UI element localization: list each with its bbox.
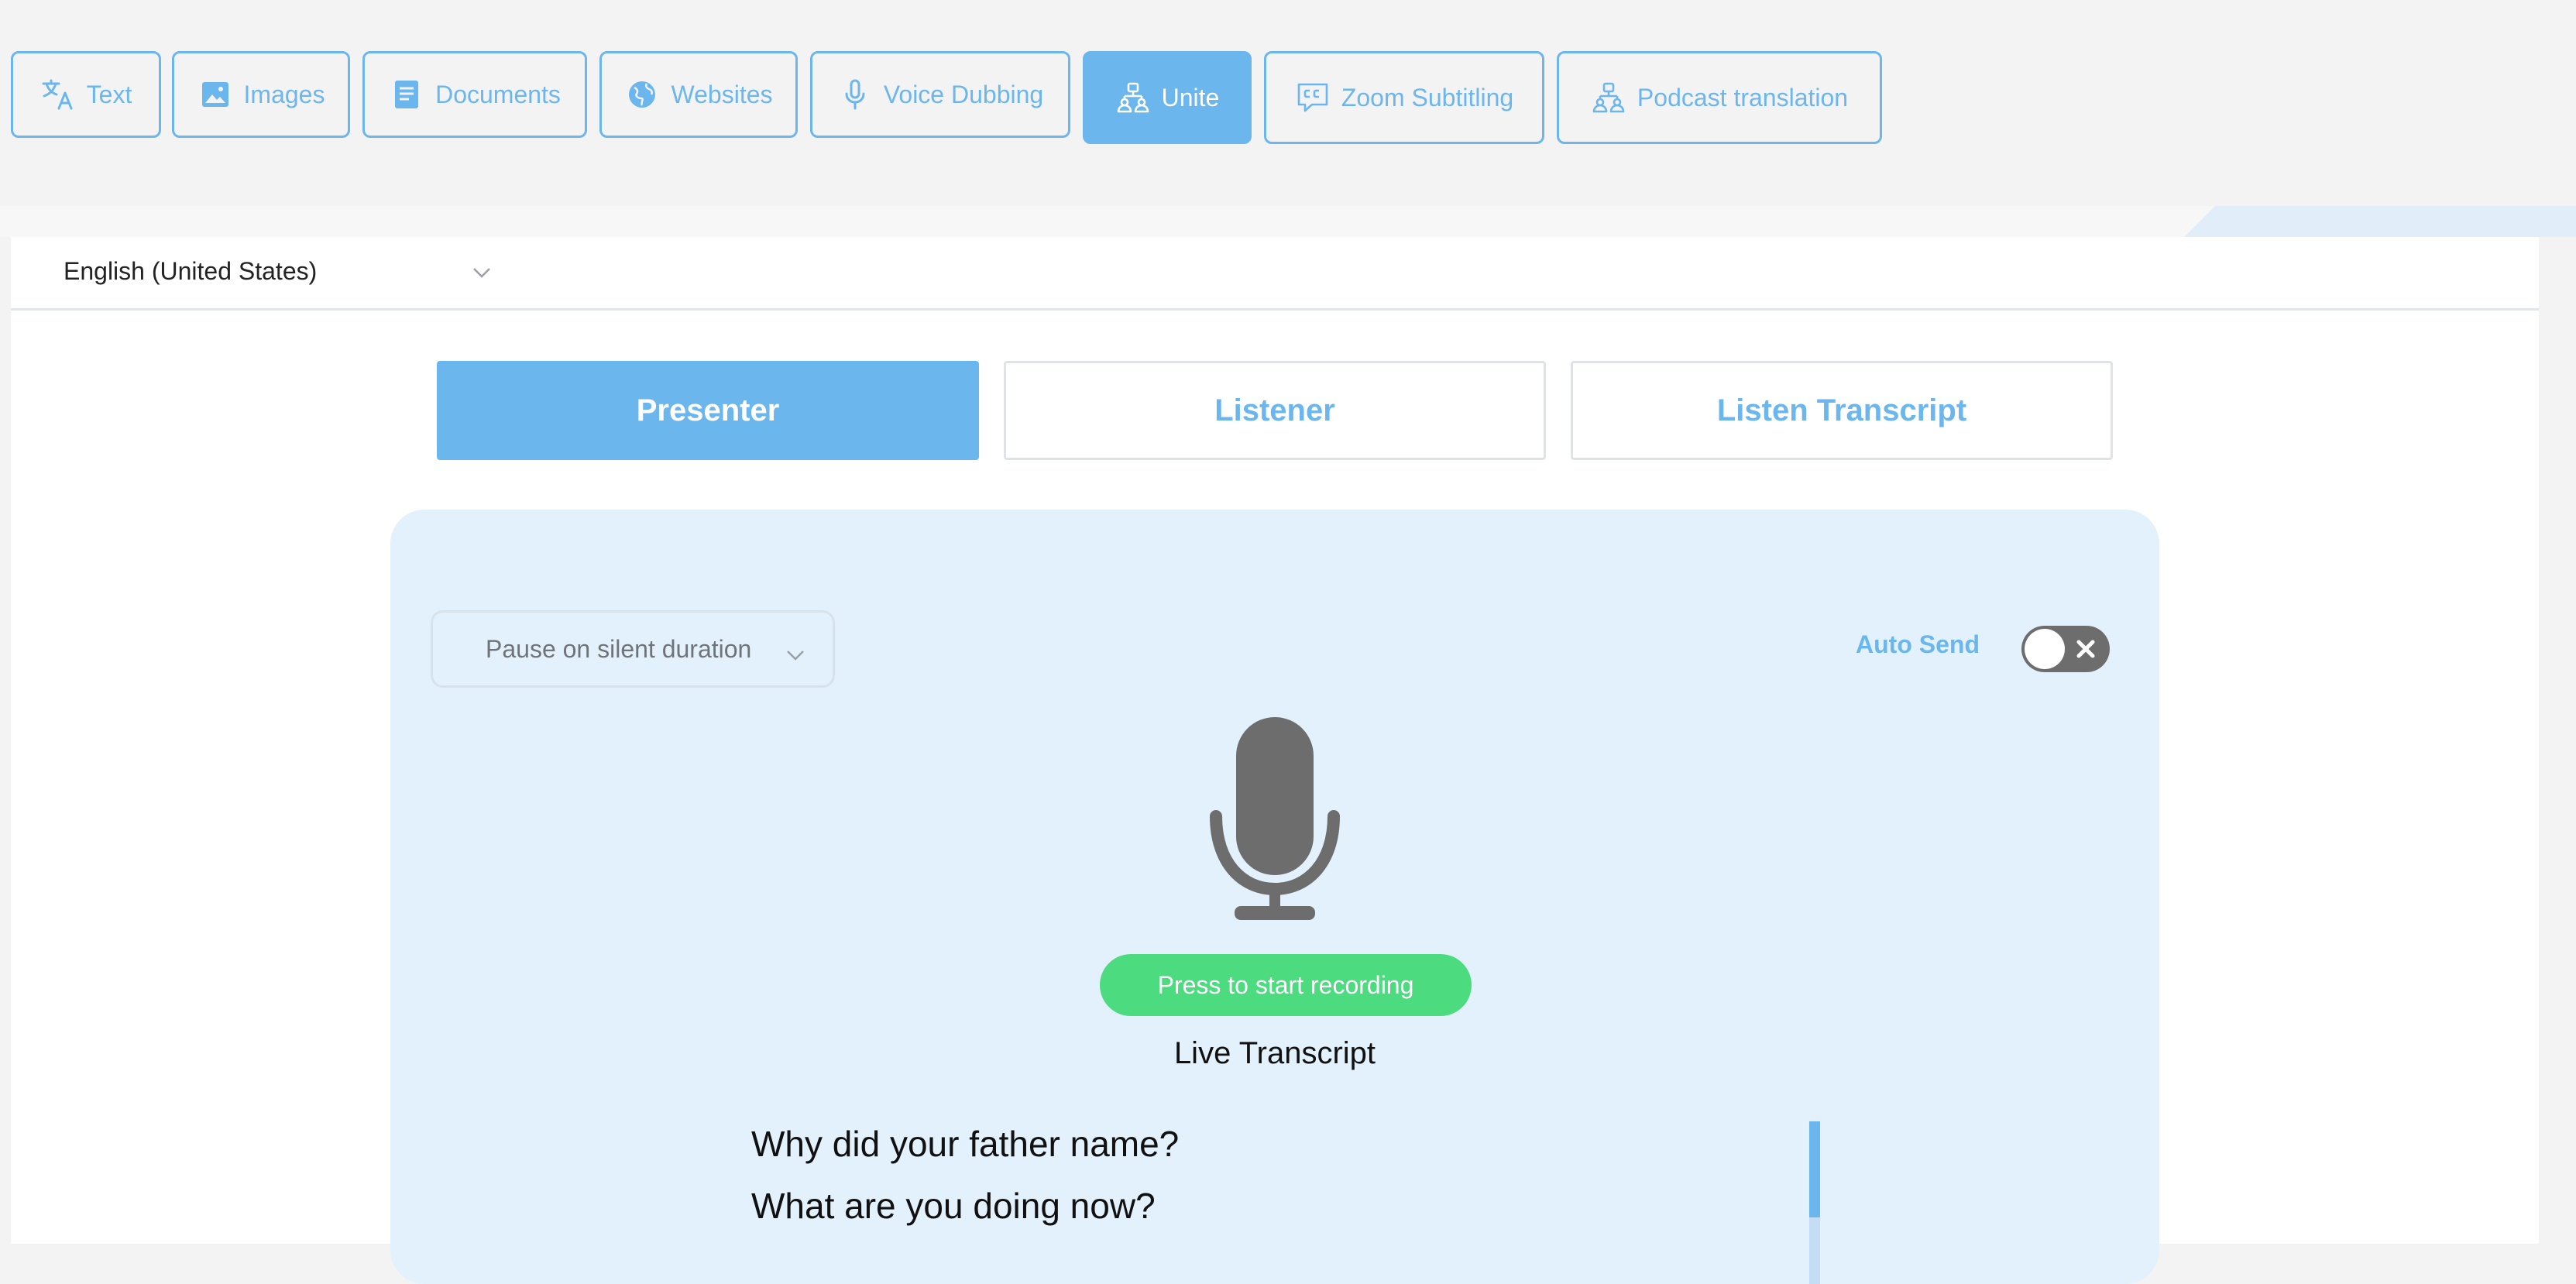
tab-listen-transcript[interactable]: Listen Transcript (1571, 361, 2113, 460)
transcript-scrollbar-thumb[interactable] (1809, 1121, 1820, 1217)
chevron-down-icon (785, 642, 806, 661)
start-recording-button[interactable]: Press to start recording (1100, 954, 1472, 1016)
chevron-down-icon (471, 263, 493, 282)
pause-duration-select[interactable]: Pause on silent duration (431, 610, 835, 688)
users-network-icon (1591, 80, 1626, 115)
pause-select-value: Pause on silent duration (486, 634, 752, 663)
nav-websites-button[interactable]: Websites (599, 51, 798, 138)
nav-images-button[interactable]: Images (172, 51, 350, 138)
users-network-icon (1115, 80, 1151, 115)
microphone-icon[interactable] (1210, 717, 1340, 920)
nav-podcast-translation-label: Podcast translation (1637, 83, 1849, 112)
tab-listen-transcript-label: Listen Transcript (1716, 393, 1967, 427)
nav-images-label: Images (243, 80, 325, 108)
transcript-line: Why did your father name? (751, 1124, 1180, 1164)
nav-unite-label: Unite (1161, 83, 1220, 112)
nav-podcast-translation-button[interactable]: Podcast translation (1557, 51, 1882, 144)
start-recording-label: Press to start recording (1157, 970, 1414, 999)
microphone-icon (837, 77, 873, 112)
auto-send-toggle[interactable] (2021, 626, 2110, 672)
nav-voice-dubbing-label: Voice Dubbing (883, 80, 1044, 108)
tab-presenter[interactable]: Presenter (437, 361, 979, 460)
nav-websites-label: Websites (671, 80, 773, 108)
tab-presenter-label: Presenter (636, 393, 780, 427)
presenter-card: Pause on silent duration Auto Send Press… (390, 510, 2159, 1284)
nav-voice-dubbing-button[interactable]: Voice Dubbing (810, 51, 1070, 138)
auto-send-label: Auto Send (1856, 630, 1980, 658)
nav-documents-label: Documents (435, 80, 561, 108)
live-transcript-title: Live Transcript (1173, 1036, 1376, 1070)
language-selected-value: English (United States) (64, 257, 318, 285)
translate-icon (40, 77, 76, 112)
close-icon (2074, 637, 2097, 661)
nav-documents-button[interactable]: Documents (362, 51, 587, 138)
nav-zoom-subtitling-label: Zoom Subtitling (1341, 83, 1514, 112)
nav-unite-button[interactable]: Unite (1083, 51, 1252, 144)
globe-icon (624, 77, 660, 112)
transcript-line: What are you doing now? (751, 1186, 1156, 1226)
closed-caption-icon (1295, 80, 1331, 115)
top-navigation: Text Images Documents Websites Voice Dub… (0, 0, 2576, 206)
document-icon (389, 77, 424, 112)
decorative-accent (2184, 206, 2576, 237)
nav-text-label: Text (86, 80, 132, 108)
toggle-knob (2025, 629, 2065, 669)
image-icon (197, 77, 233, 112)
tab-listener-label: Listener (1214, 393, 1335, 427)
nav-zoom-subtitling-button[interactable]: Zoom Subtitling (1264, 51, 1544, 144)
language-selector[interactable]: English (United States) (11, 237, 2539, 311)
main-panel: English (United States) Presenter Listen… (11, 237, 2539, 1284)
nav-text-button[interactable]: Text (11, 51, 161, 138)
tab-listener[interactable]: Listener (1004, 361, 1546, 460)
